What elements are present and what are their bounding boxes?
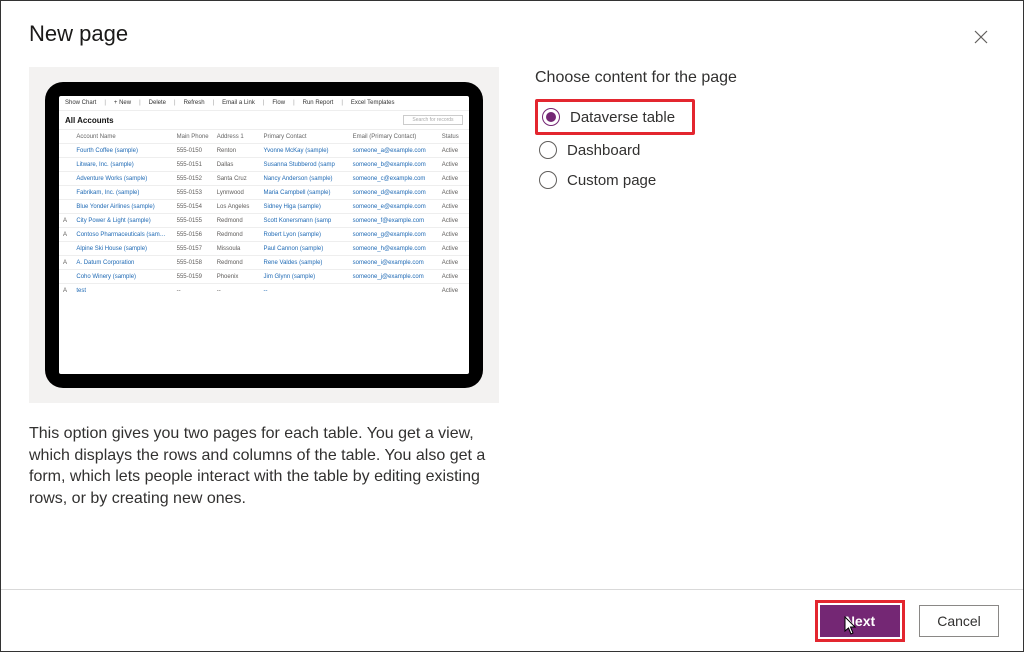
content-option-group: Dataverse table Dashboard Custom page <box>535 99 995 195</box>
preview-toolbar: Show Chart|+ New|Delete|Refresh|Email a … <box>59 96 469 111</box>
tablet-screen: Show Chart|+ New|Delete|Refresh|Email a … <box>59 96 469 374</box>
preview-heading-row: All Accounts Search for records <box>59 111 469 129</box>
content-choose-label: Choose content for the page <box>535 69 995 87</box>
close-icon <box>974 30 988 44</box>
highlight-next: Next <box>815 600 905 642</box>
new-page-dialog: New page Show Chart|+ New|Delete|Refresh… <box>0 0 1024 652</box>
preview-table: Account NameMain PhoneAddress 1Primary C… <box>59 129 469 298</box>
close-button[interactable] <box>967 23 995 51</box>
next-button[interactable]: Next <box>820 605 900 637</box>
option-dataverse-table[interactable]: Dataverse table <box>535 99 695 135</box>
option-description: This option gives you two pages for each… <box>29 423 499 509</box>
option-label: Custom page <box>567 172 656 189</box>
dialog-header: New page <box>29 21 995 51</box>
preview-heading: All Accounts <box>65 116 114 125</box>
preview-search: Search for records <box>403 115 463 125</box>
radio-icon <box>539 171 557 189</box>
tablet-mock: Show Chart|+ New|Delete|Refresh|Email a … <box>45 82 483 388</box>
option-dashboard[interactable]: Dashboard <box>535 135 695 165</box>
cancel-button[interactable]: Cancel <box>919 605 999 637</box>
radio-icon <box>542 108 560 126</box>
option-custom-page[interactable]: Custom page <box>535 165 695 195</box>
dialog-title: New page <box>29 21 967 47</box>
right-column: Choose content for the page Dataverse ta… <box>535 67 995 651</box>
preview-frame: Show Chart|+ New|Delete|Refresh|Email a … <box>29 67 499 403</box>
dialog-body: Show Chart|+ New|Delete|Refresh|Email a … <box>29 67 995 651</box>
option-label: Dataverse table <box>570 109 675 126</box>
option-label: Dashboard <box>567 142 640 159</box>
dialog-footer: Next Cancel <box>1 589 1023 651</box>
radio-icon <box>539 141 557 159</box>
left-column: Show Chart|+ New|Delete|Refresh|Email a … <box>29 67 499 651</box>
